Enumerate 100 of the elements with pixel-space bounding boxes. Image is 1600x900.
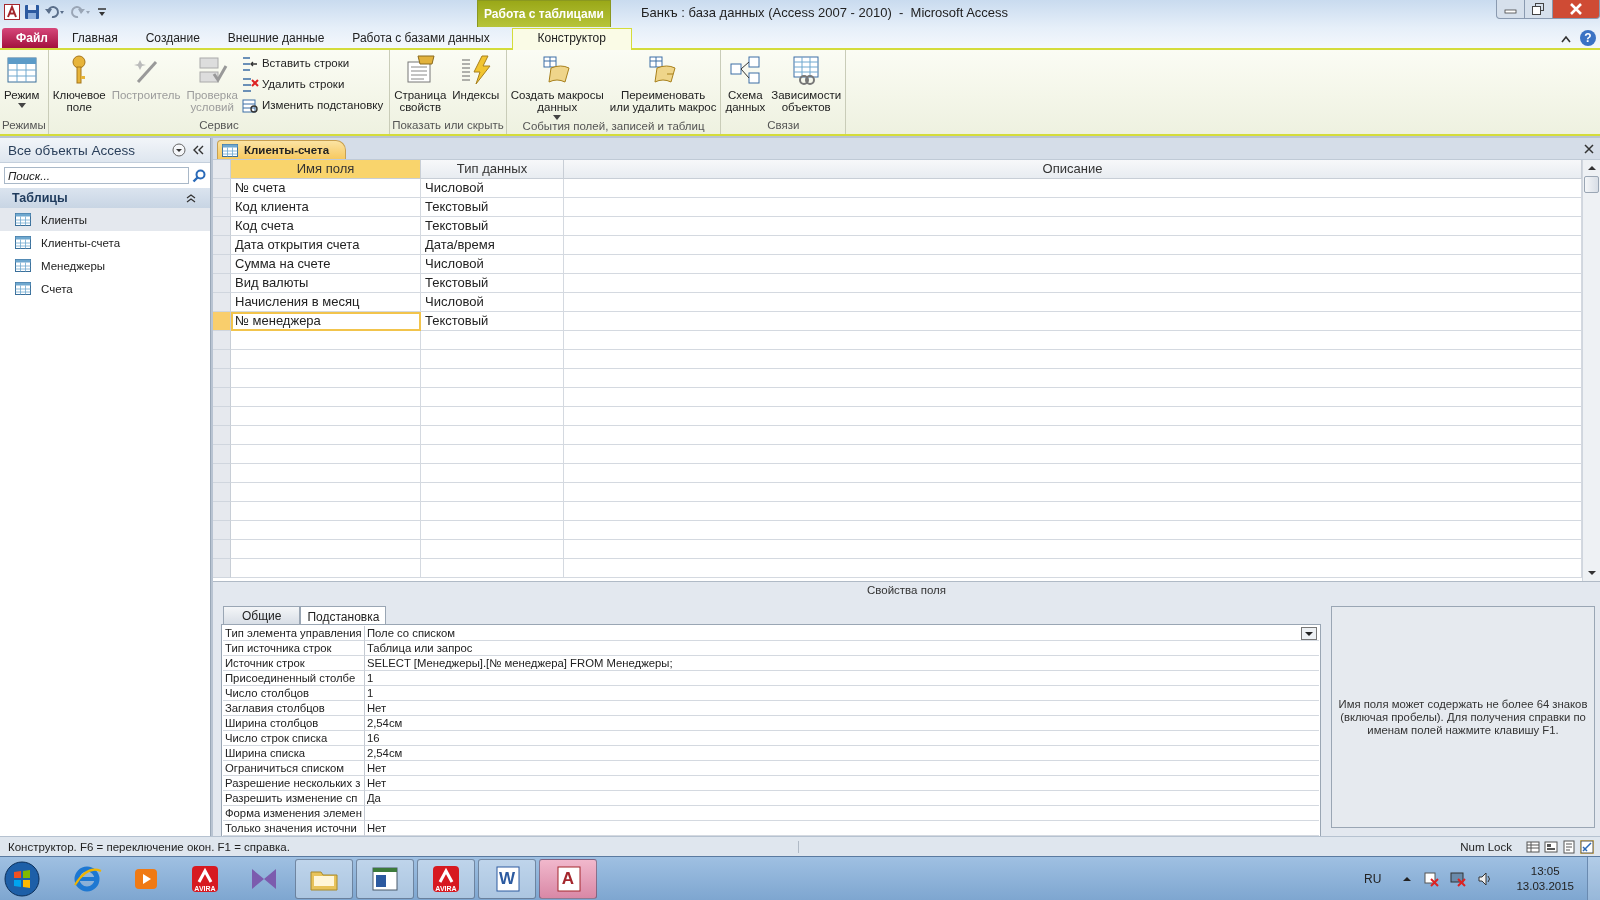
row-selector[interactable] (213, 521, 231, 540)
table-cell[interactable] (564, 426, 1582, 445)
table-cell[interactable]: Числовой (421, 255, 564, 274)
tab[interactable]: Общие (223, 606, 301, 624)
view-icon[interactable] (1544, 839, 1558, 854)
table-cell[interactable] (231, 521, 421, 540)
design-view-icon[interactable] (1580, 839, 1594, 854)
ribbon-button[interactable]: Создать макросы данных (508, 54, 606, 120)
dropdown-button[interactable] (1301, 626, 1317, 640)
row-selector[interactable] (213, 255, 231, 274)
property-value[interactable]: 2,54см (364, 746, 1319, 761)
file-tab[interactable]: Файл (2, 28, 58, 48)
table-cell[interactable] (421, 540, 564, 559)
table-cell[interactable] (564, 293, 1582, 312)
row-selector[interactable] (213, 179, 231, 198)
table-cell[interactable]: Сумма на счете (231, 255, 421, 274)
table-cell[interactable] (421, 388, 564, 407)
property-value[interactable]: Нет (364, 761, 1319, 776)
row-selector[interactable] (213, 407, 231, 426)
table-cell[interactable] (564, 198, 1582, 217)
table-cell[interactable] (564, 255, 1582, 274)
table-cell[interactable]: Дата открытия счета (231, 236, 421, 255)
table-cell[interactable]: Числовой (421, 179, 564, 198)
ribbon-tab[interactable]: Конструктор (511, 28, 632, 50)
ribbon-button[interactable]: Зависимости объектов (769, 54, 844, 113)
row-selector[interactable] (213, 388, 231, 407)
dropdown-icon[interactable] (172, 143, 186, 157)
property-value[interactable]: Нет (364, 701, 1319, 716)
ribbon-button[interactable]: Ключевое поле (50, 54, 108, 113)
document-tab[interactable]: Клиенты-счета (217, 140, 347, 159)
property-value[interactable]: Нет (364, 776, 1319, 791)
property-value[interactable]: 1 (364, 686, 1319, 701)
ribbon-tab[interactable]: Внешние данные (213, 29, 339, 48)
table-cell[interactable] (231, 540, 421, 559)
property-value[interactable]: 2,54см (364, 716, 1319, 731)
clock-date[interactable]: 13.03.2015 (1516, 878, 1574, 894)
table-list-item[interactable]: Клиенты-счета (0, 231, 210, 254)
search-icon[interactable] (192, 168, 206, 183)
table-cell[interactable] (231, 502, 421, 521)
column-header[interactable]: Тип данных (421, 160, 564, 179)
taskbar-button[interactable]: W (478, 858, 536, 899)
scrollbar[interactable] (1582, 160, 1600, 581)
table-list-item[interactable]: Счета (0, 277, 210, 300)
table-cell[interactable] (564, 369, 1582, 388)
table-cell[interactable]: Текстовый (421, 274, 564, 293)
row-selector[interactable] (213, 350, 231, 369)
table-cell[interactable]: Вид валюты (231, 274, 421, 293)
property-value[interactable]: SELECT [Менеджеры].[№ менеджера] FROM Менеджеры; (364, 656, 1319, 671)
table-cell[interactable] (231, 331, 421, 350)
row-selector[interactable] (213, 312, 231, 331)
row-selector[interactable] (213, 293, 231, 312)
table-cell[interactable] (231, 407, 421, 426)
table-cell[interactable] (564, 540, 1582, 559)
table-cell[interactable] (421, 483, 564, 502)
row-selector[interactable] (213, 559, 231, 578)
language-indicator[interactable]: RU (1364, 871, 1382, 886)
table-cell[interactable] (231, 464, 421, 483)
search-field[interactable]: Поиск... (4, 167, 189, 184)
network-icon[interactable] (1450, 870, 1467, 887)
table-cell[interactable] (421, 426, 564, 445)
undo-icon[interactable] (44, 4, 66, 20)
table-cell[interactable] (421, 464, 564, 483)
table-cell[interactable]: Текстовый (421, 217, 564, 236)
table-cell[interactable] (421, 445, 564, 464)
row-selector[interactable] (213, 198, 231, 217)
column-header[interactable]: Имя поля (231, 160, 421, 179)
table-cell[interactable] (564, 350, 1582, 369)
collapse-pane-icon[interactable] (192, 144, 204, 156)
table-cell[interactable] (564, 312, 1582, 331)
table-cell[interactable] (231, 445, 421, 464)
close-icon[interactable] (1584, 144, 1594, 154)
row-selector[interactable] (213, 369, 231, 388)
table-cell[interactable] (231, 483, 421, 502)
table-cell[interactable] (564, 217, 1582, 236)
table-list-item[interactable]: Клиенты (0, 208, 210, 231)
tray-expand-icon[interactable] (1402, 874, 1413, 883)
ribbon-button[interactable]: Режим (2, 54, 42, 108)
table-cell[interactable] (421, 350, 564, 369)
table-list-item[interactable]: Менеджеры (0, 254, 210, 277)
table-cell[interactable] (564, 179, 1582, 198)
table-cell[interactable]: Числовой (421, 293, 564, 312)
row-selector[interactable] (213, 464, 231, 483)
ribbon-button[interactable]: Вставить строки (241, 54, 384, 72)
table-cell[interactable] (421, 502, 564, 521)
table-cell[interactable] (231, 388, 421, 407)
close-button[interactable] (1553, 0, 1599, 18)
ribbon-tab[interactable]: Работа с базами данных (338, 29, 504, 48)
row-selector[interactable] (213, 331, 231, 350)
property-value[interactable]: Поле со списком (364, 626, 1319, 641)
ribbon-button[interactable]: Индексы (450, 54, 502, 101)
ribbon-button[interactable]: Схема данных (723, 54, 768, 113)
ribbon-button[interactable]: Страница свойств (392, 54, 449, 113)
row-selector[interactable] (213, 502, 231, 521)
clock-time[interactable]: 13:05 (1530, 863, 1560, 879)
table-cell[interactable] (421, 369, 564, 388)
table-cell[interactable]: Код клиента (231, 198, 421, 217)
ribbon-button[interactable]: Изменить подстановку (241, 96, 384, 114)
group-header[interactable]: Таблицы (0, 188, 210, 208)
table-cell[interactable] (421, 559, 564, 578)
property-value[interactable]: Таблица или запрос (364, 641, 1319, 656)
